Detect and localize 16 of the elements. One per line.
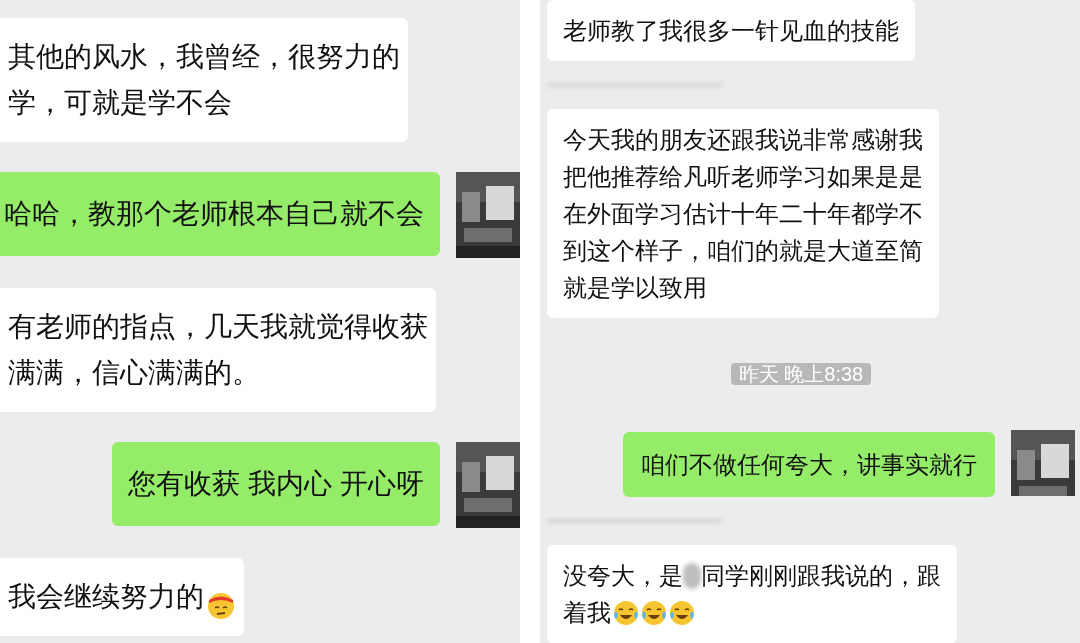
message-text: 今天我的朋友还跟我说非常感谢我 把他推荐给凡听老师学习如果是是 在外面学习估计十年二十年都学不 到这个样子，咱们的就是大道至简 就是学以致用 (563, 125, 923, 303)
message-text: 我会继续努力的 (8, 580, 204, 614)
message-text: 您有收获 我内心 开心呀 (128, 468, 424, 499)
message-text: 其他的风水，我曾经，很努力的 学，可就是学不会 (8, 40, 400, 120)
message-text: 同学刚刚跟我说的，跟 (701, 561, 941, 591)
message-text: 哈哈，教那个老师根本自己就不会 (4, 198, 424, 229)
message-text: 没夸大，是 (563, 561, 683, 591)
timestamp: 昨天 晚上8:38 (730, 363, 872, 385)
message-text: 着我 (563, 598, 611, 628)
message-text: 老师教了我很多一针见血的技能 (563, 16, 899, 46)
laughing-crying-face-icon (641, 599, 667, 626)
laughing-crying-face-icon (669, 599, 695, 626)
face-with-headband-icon (206, 590, 236, 620)
message-text: 咱们不做任何夸大，讲事实就行 (641, 451, 977, 478)
laughing-crying-face-icon (613, 599, 639, 626)
message-text: 有老师的指点，几天我就觉得收获 满满，信心满满的。 (8, 310, 428, 390)
